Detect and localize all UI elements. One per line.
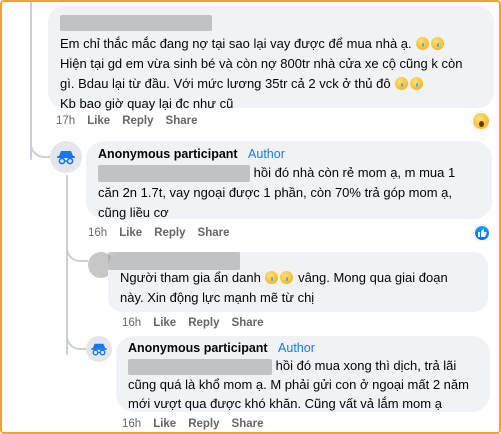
comment-text: hồi đó mua xong thì dịch, trả lãi cũng q… — [128, 358, 469, 411]
comment-text: Người tham gia ẩn danh vâng. Mong qua gi… — [120, 270, 448, 305]
crying-emoji-icon — [416, 37, 430, 50]
author-name[interactable]: Anonymous participant — [128, 341, 268, 355]
thread-line-main — [30, 0, 32, 160]
crying-emoji-icon — [395, 77, 409, 90]
thread-curve-reply-1 — [30, 144, 52, 158]
share-button[interactable]: Share — [166, 115, 198, 127]
like-button[interactable]: Like — [119, 227, 142, 239]
crying-emoji-icon — [431, 37, 445, 50]
thread-curve-reply-3 — [66, 336, 88, 350]
wow-reaction-icon[interactable] — [472, 112, 490, 130]
share-button[interactable]: Share — [198, 227, 230, 239]
hidden-mention — [128, 358, 272, 375]
hidden-author-name — [60, 14, 212, 31]
comment-time[interactable]: 16h — [122, 418, 141, 430]
share-button[interactable]: Share — [232, 317, 264, 329]
reply-bubble: Người tham gia ẩn danh vâng. Mong qua gi… — [108, 252, 488, 312]
like-button[interactable]: Like — [153, 418, 176, 430]
reply-button[interactable]: Reply — [122, 115, 153, 127]
comment-actions: 16h Like Reply Share — [88, 227, 230, 239]
crying-emoji-icon — [265, 271, 279, 284]
comment-text: Em chỉ thắc mắc đang nợ tại sao lại vay … — [60, 36, 463, 111]
author-name[interactable]: Anonymous participant — [98, 147, 238, 161]
comment-actions: 17h Like Reply Share — [56, 115, 198, 127]
like-button[interactable]: Like — [87, 115, 110, 127]
thread-line-reply-1 — [66, 175, 68, 355]
crying-emoji-icon — [410, 77, 424, 90]
comment-bubble: Em chỉ thắc mắc đang nợ tại sao lại vay … — [48, 6, 494, 111]
reply-bubble: Anonymous participant Author hồi đó mua … — [116, 336, 490, 412]
thread-curve-reply-2 — [66, 248, 88, 262]
comment-time[interactable]: 17h — [56, 115, 75, 127]
like-reaction-icon[interactable] — [474, 225, 490, 241]
reply-button[interactable]: Reply — [188, 418, 219, 430]
reply-button[interactable]: Reply — [188, 317, 219, 329]
anonymous-avatar-icon[interactable] — [86, 336, 112, 362]
comment-time[interactable]: 16h — [122, 317, 141, 329]
crying-emoji-icon — [280, 271, 294, 284]
hidden-author-name — [108, 252, 240, 270]
comment-actions: 16h Like Reply Share — [122, 317, 264, 329]
comment-actions: 16h Like Reply Share — [122, 418, 264, 430]
reply-bubble: Anonymous participant Author hồi đó nhà … — [86, 141, 492, 220]
share-button[interactable]: Share — [232, 418, 264, 430]
like-button[interactable]: Like — [153, 317, 176, 329]
author-badge: Author — [248, 147, 285, 161]
comment-text: hồi đó nhà còn rẻ mom ạ, m mua 1 căn 2n … — [98, 165, 456, 220]
anonymous-avatar-icon[interactable] — [50, 141, 82, 173]
reply-button[interactable]: Reply — [154, 227, 185, 239]
hidden-mention — [98, 165, 250, 183]
author-badge: Author — [278, 341, 315, 355]
comment-time[interactable]: 16h — [88, 227, 107, 239]
